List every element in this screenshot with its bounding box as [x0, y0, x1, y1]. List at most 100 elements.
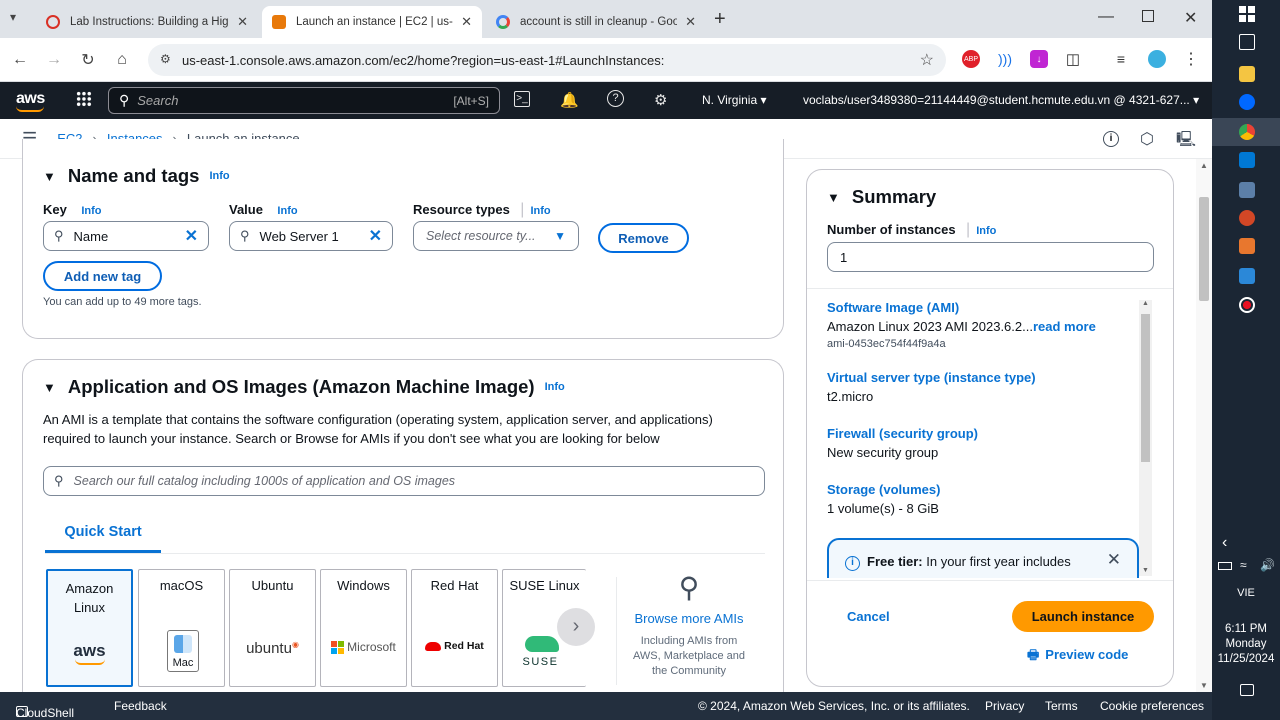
clear-icon[interactable]: ✕	[185, 226, 198, 246]
cancel-button[interactable]: Cancel	[847, 609, 890, 624]
wifi-icon[interactable]: ≈	[1240, 558, 1247, 572]
ami-search-input[interactable]: ⚲ Search our full catalog including 1000…	[43, 466, 765, 496]
ami-card-red-hat[interactable]: Red Hat Red Hat	[411, 569, 498, 687]
resource-types-select[interactable]: Select resource ty... ▼	[413, 221, 579, 251]
info-link[interactable]: Info	[545, 381, 565, 393]
scroll-up-arrow-icon[interactable]: ▲	[1139, 300, 1152, 307]
battery-icon[interactable]	[1218, 562, 1232, 570]
file-explorer-icon[interactable]	[1239, 66, 1255, 82]
storage-link[interactable]: Storage (volumes)	[827, 482, 1139, 497]
hexagon-settings-icon[interactable]: ⬡	[1140, 129, 1154, 149]
settings-gear-icon[interactable]: ⚙	[654, 91, 667, 109]
firewall-link[interactable]: Firewall (security group)	[827, 426, 1139, 441]
collapse-caret-icon[interactable]: ▼	[827, 190, 840, 205]
scroll-up-arrow-icon[interactable]: ▲	[1196, 161, 1212, 170]
vscode-icon[interactable]	[1239, 152, 1255, 168]
notifications-bell-icon[interactable]: 🔔	[560, 91, 579, 109]
new-tab-button[interactable]: +	[714, 8, 726, 31]
show-hidden-icons-chevron-icon[interactable]: ‹	[1222, 534, 1227, 552]
browser-tab-lab-instructions[interactable]: Lab Instructions: Building a Hig ✕	[36, 6, 258, 38]
account-menu[interactable]: voclabs/user3489380=21144449@student.hcm…	[803, 93, 1199, 107]
notifications-icon[interactable]	[1240, 684, 1254, 696]
carousel-next-button[interactable]: ›	[557, 608, 595, 646]
services-grid-icon[interactable]	[76, 91, 92, 107]
cookie-preferences-link[interactable]: Cookie preferences	[1100, 699, 1204, 713]
scroll-down-arrow-icon[interactable]: ▼	[1196, 681, 1212, 690]
aws-logo[interactable]: aws	[16, 90, 45, 112]
url-field[interactable]: ⚙ us-east-1.console.aws.amazon.com/ec2/h…	[148, 44, 946, 76]
tag-key-input[interactable]: ⚲ Name ✕	[43, 221, 209, 251]
scroll-thumb[interactable]	[1199, 197, 1209, 301]
volume-icon[interactable]: 🔊	[1260, 558, 1275, 572]
clock[interactable]: 6:11 PM Monday 11/25/2024	[1212, 622, 1280, 667]
remove-tag-button[interactable]: Remove	[598, 223, 689, 253]
browser-tab-ec2[interactable]: Launch an instance | EC2 | us-e ✕	[262, 6, 482, 38]
record-icon[interactable]	[1239, 297, 1255, 313]
task-view-icon[interactable]	[1239, 34, 1255, 50]
download-extension-icon[interactable]: ↓	[1030, 50, 1048, 68]
clear-icon[interactable]: ✕	[369, 226, 382, 246]
adblock-extension-icon[interactable]: ABP	[962, 50, 980, 68]
tab-list-button[interactable]: ▾	[10, 10, 16, 24]
help-icon[interactable]: ?	[607, 90, 624, 107]
info-link[interactable]: Info	[277, 205, 297, 217]
close-window-button[interactable]: ✕	[1184, 8, 1197, 28]
collapse-caret-icon[interactable]: ▼	[43, 380, 56, 395]
audio-extension-icon[interactable]: )))	[996, 50, 1014, 68]
cloudshell-icon[interactable]: >_	[514, 91, 530, 107]
collapse-caret-icon[interactable]: ▼	[43, 169, 56, 184]
site-info-icon[interactable]: ⚙	[160, 52, 171, 66]
scroll-thumb[interactable]	[1141, 314, 1150, 462]
tab-quick-start[interactable]: Quick Start	[45, 523, 161, 553]
read-more-link[interactable]: read more	[1033, 319, 1096, 334]
zalo-icon[interactable]	[1239, 94, 1255, 110]
remote-desktop-icon[interactable]	[1239, 182, 1255, 198]
info-link[interactable]: Info	[530, 205, 550, 217]
ami-card-windows[interactable]: Windows Microsoft	[320, 569, 407, 687]
ami-card-macos[interactable]: macOS Mac	[138, 569, 225, 687]
instance-type-link[interactable]: Virtual server type (instance type)	[827, 370, 1139, 385]
region-selector[interactable]: N. Virginia ▾	[702, 93, 767, 107]
preview-code-button[interactable]: 🖶 Preview code	[1027, 646, 1128, 668]
bookmark-star-icon[interactable]: ☆	[920, 50, 934, 70]
reload-icon[interactable]: ↻	[76, 48, 100, 72]
ami-card-ubuntu[interactable]: Ubuntu ubuntu◉	[229, 569, 316, 687]
powerpoint-icon[interactable]	[1239, 210, 1255, 226]
monitor-icon[interactable]: 🖳	[1176, 129, 1196, 154]
tag-value-input[interactable]: ⚲ Web Server 1 ✕	[229, 221, 393, 251]
scroll-down-arrow-icon[interactable]: ▼	[1139, 567, 1152, 574]
info-link[interactable]: Info	[81, 205, 101, 217]
software-image-link[interactable]: Software Image (AMI)	[827, 300, 1139, 315]
browse-more-amis[interactable]: ⚲ Browse more AMIs Including AMIs from A…	[628, 571, 750, 679]
add-new-tag-button[interactable]: Add new tag	[43, 261, 162, 291]
launch-instance-button[interactable]: Launch instance	[1012, 601, 1154, 632]
feedback-link[interactable]: Feedback	[114, 699, 167, 713]
number-of-instances-input[interactable]: 1	[827, 242, 1154, 272]
close-tab-icon[interactable]: ✕	[461, 14, 472, 30]
browse-more-amis-link[interactable]: Browse more AMIs	[628, 611, 750, 626]
aws-search-input[interactable]: ⚲ Search [Alt+S]	[108, 87, 500, 114]
page-scrollbar[interactable]: ▲ ▼	[1196, 159, 1212, 692]
windows-start-icon[interactable]	[1239, 6, 1255, 22]
dismiss-close-icon[interactable]: ✕	[1107, 550, 1121, 570]
info-circle-icon[interactable]: i	[1103, 131, 1119, 147]
close-tab-icon[interactable]: ✕	[685, 14, 696, 30]
minimize-button[interactable]: —	[1098, 8, 1114, 26]
ami-card-amazon-linux[interactable]: Amazon Linux aws	[46, 569, 133, 687]
home-icon[interactable]: ⌂	[110, 48, 134, 72]
restore-button[interactable]	[1142, 10, 1154, 22]
profile-avatar-icon[interactable]	[1148, 50, 1166, 68]
forward-icon[interactable]: →	[42, 48, 66, 72]
browser-tab-google[interactable]: account is still in cleanup - Goo ✕	[486, 6, 706, 38]
chrome-icon[interactable]	[1239, 124, 1255, 140]
language-indicator[interactable]: VIE	[1212, 587, 1280, 599]
info-link[interactable]: Info	[976, 225, 996, 237]
close-tab-icon[interactable]: ✕	[237, 14, 248, 30]
back-icon[interactable]: ←	[8, 48, 32, 72]
media-control-icon[interactable]: ≡	[1112, 50, 1130, 68]
extensions-puzzle-icon[interactable]: ◫	[1064, 50, 1082, 68]
browser-menu-icon[interactable]: ⋮	[1182, 50, 1200, 68]
info-link[interactable]: Info	[209, 170, 229, 182]
app-orange-icon[interactable]	[1239, 238, 1255, 254]
app-blue-icon[interactable]	[1239, 268, 1255, 284]
